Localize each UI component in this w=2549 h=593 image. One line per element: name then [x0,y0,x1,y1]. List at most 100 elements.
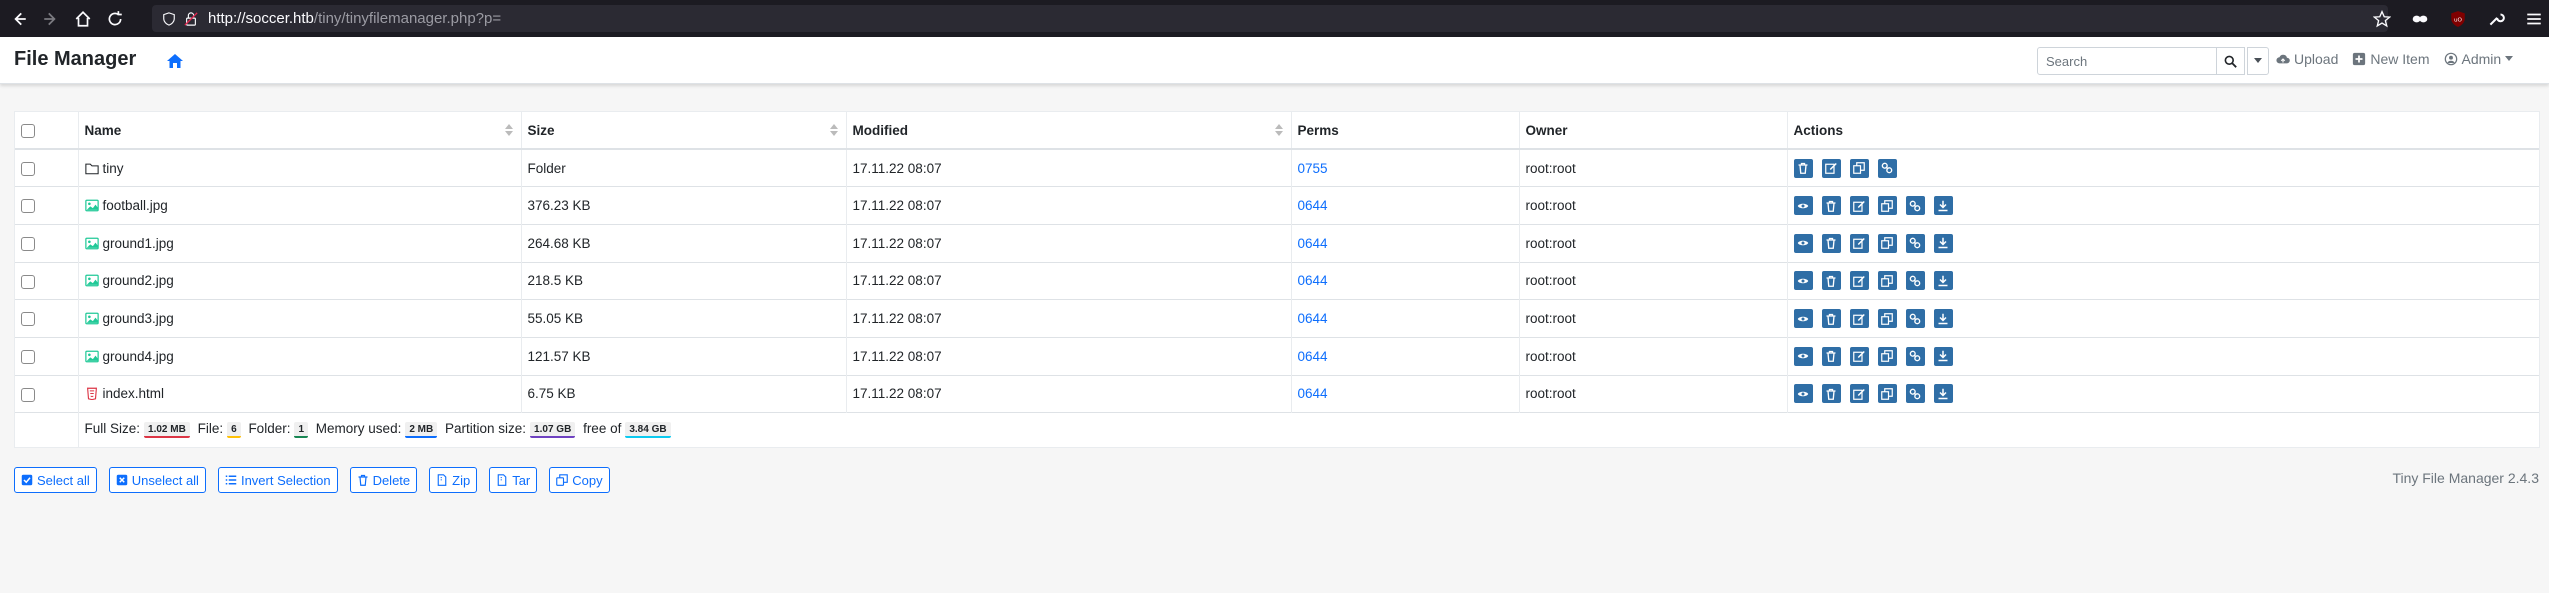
copy-action[interactable] [1877,346,1897,366]
brand-title[interactable]: File Manager [14,48,136,71]
select-all-button[interactable]: Select all [14,467,97,493]
file-name[interactable]: tiny [103,161,124,176]
edit-action[interactable] [1849,271,1869,291]
reload-icon[interactable] [102,6,128,32]
select-all-checkbox[interactable] [21,123,35,138]
row-checkbox[interactable] [21,199,35,214]
file-perms-link[interactable]: 0644 [1298,236,1328,251]
file-name[interactable]: ground2.jpg [103,273,174,288]
home-icon[interactable] [70,6,96,32]
file-name[interactable]: ground4.jpg [103,349,174,364]
extension-mask-icon[interactable] [2407,6,2433,32]
trash-action[interactable] [1821,233,1841,253]
edit-action[interactable] [1849,196,1869,216]
edit-action[interactable] [1849,309,1869,329]
view-eye-action[interactable] [1793,346,1813,366]
file-name-cell[interactable]: ground3.jpg [78,299,522,338]
edit-action[interactable] [1821,158,1841,178]
table-row[interactable]: ground2.jpg 218.5 KB 17.11.22 08:07 0644… [15,261,2539,300]
copy-action[interactable] [1849,158,1869,178]
copy-action[interactable] [1877,233,1897,253]
file-name-cell[interactable]: ground4.jpg [78,336,522,376]
trash-action[interactable] [1793,158,1813,178]
file-name-cell[interactable]: football.jpg [78,186,522,225]
link-action[interactable] [1905,233,1925,253]
table-row[interactable]: index.html 6.75 KB 17.11.22 08:07 0644 r… [15,374,2539,413]
file-name[interactable]: index.html [103,386,165,401]
column-name[interactable]: Name [78,112,522,150]
download-action[interactable] [1933,346,1953,366]
file-perms-link[interactable]: 0644 [1298,386,1328,401]
back-icon[interactable] [6,6,32,32]
edit-action[interactable] [1849,233,1869,253]
table-row[interactable]: ground3.jpg 55.05 KB 17.11.22 08:07 0644… [15,299,2539,338]
link-action[interactable] [1905,384,1925,404]
ublock-icon[interactable]: uO [2445,6,2471,32]
view-eye-action[interactable] [1793,271,1813,291]
row-checkbox[interactable] [21,161,35,176]
trash-action[interactable] [1821,271,1841,291]
row-checkbox[interactable] [21,274,35,289]
edit-action[interactable] [1849,346,1869,366]
admin-menu[interactable]: Admin [2444,51,2518,67]
download-action[interactable] [1933,233,1953,253]
new-item-link[interactable]: New Item [2352,51,2430,67]
wrench-icon[interactable] [2483,6,2509,32]
unselect-all-button[interactable]: Unselect all [108,467,206,493]
trash-action[interactable] [1821,346,1841,366]
view-eye-action[interactable] [1793,196,1813,216]
row-checkbox[interactable] [21,387,35,402]
row-checkbox[interactable] [21,236,35,251]
view-eye-action[interactable] [1793,233,1813,253]
zip-button[interactable]: Zip [429,467,478,493]
table-row[interactable]: ground4.jpg 121.57 KB 17.11.22 08:07 064… [15,336,2539,376]
file-name[interactable]: ground3.jpg [103,311,174,326]
trash-action[interactable] [1821,196,1841,216]
download-action[interactable] [1933,309,1953,329]
row-checkbox[interactable] [21,350,35,364]
file-name-cell[interactable]: ground2.jpg [78,261,522,300]
file-perms-link[interactable]: 0644 [1298,349,1328,364]
copy-action[interactable] [1877,196,1897,216]
download-action[interactable] [1933,271,1953,291]
link-action[interactable] [1877,158,1897,178]
trash-action[interactable] [1821,384,1841,404]
table-row[interactable]: football.jpg 376.23 KB 17.11.22 08:07 06… [15,186,2539,225]
copy-action[interactable] [1877,384,1897,404]
file-name-cell[interactable]: index.html [78,374,522,413]
row-checkbox[interactable] [21,312,35,327]
tar-button[interactable]: Tar [489,467,538,493]
file-perms-link[interactable]: 0755 [1298,161,1328,176]
file-name[interactable]: football.jpg [103,198,168,213]
file-perms-link[interactable]: 0644 [1298,311,1328,326]
file-name-cell[interactable]: tiny [78,148,522,187]
copy-action[interactable] [1877,271,1897,291]
download-action[interactable] [1933,384,1953,404]
search-options-dropdown[interactable] [2247,47,2269,75]
link-action[interactable] [1905,271,1925,291]
trash-action[interactable] [1821,309,1841,329]
column-modified[interactable]: Modified [846,112,1292,150]
upload-link[interactable]: Upload [2276,51,2338,67]
file-name[interactable]: ground1.jpg [103,236,174,251]
file-perms-link[interactable]: 0644 [1298,273,1328,288]
search-input[interactable] [2037,47,2217,75]
bookmark-star-icon[interactable] [2369,6,2395,32]
link-action[interactable] [1905,309,1925,329]
copy-button[interactable]: Copy [549,467,610,493]
view-eye-action[interactable] [1793,384,1813,404]
file-name-cell[interactable]: ground1.jpg [78,223,522,263]
edit-action[interactable] [1849,384,1869,404]
table-row[interactable]: ground1.jpg 264.68 KB 17.11.22 08:07 064… [15,223,2539,263]
invert-selection-button[interactable]: Invert Selection [217,467,338,493]
url-bar[interactable]: http://soccer.htb/tiny/tinyfilemanager.p… [152,5,2388,32]
column-size[interactable]: Size [521,112,847,150]
menu-icon[interactable] [2521,6,2547,32]
forward-icon[interactable] [38,6,64,32]
home-icon[interactable] [166,53,184,69]
link-action[interactable] [1905,346,1925,366]
view-eye-action[interactable] [1793,309,1813,329]
copy-action[interactable] [1877,309,1897,329]
file-perms-link[interactable]: 0644 [1298,198,1328,213]
search-icon[interactable] [2217,47,2245,75]
